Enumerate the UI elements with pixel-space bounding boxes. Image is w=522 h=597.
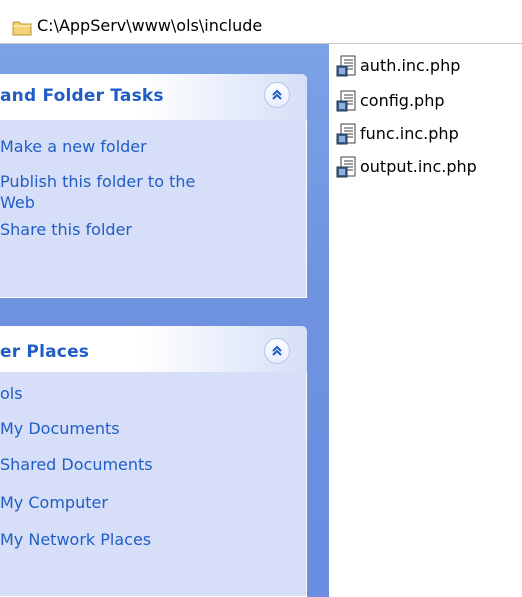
place-link-my-network-places[interactable]: My Network Places bbox=[0, 529, 151, 551]
file-folder-tasks-body: Make a new folder Publish this folder to… bbox=[0, 120, 307, 298]
collapse-button[interactable] bbox=[264, 338, 290, 364]
file-name: output.inc.php bbox=[360, 157, 477, 176]
file-folder-tasks-header[interactable]: and Folder Tasks bbox=[0, 74, 307, 120]
task-link-publish-folder[interactable]: Publish this folder to the bbox=[0, 171, 195, 193]
place-link-shared-documents[interactable]: Shared Documents bbox=[0, 454, 153, 476]
other-places-body: ols My Documents Shared Documents My Com… bbox=[0, 372, 307, 597]
file-item[interactable]: output.inc.php bbox=[336, 156, 477, 178]
php-file-icon bbox=[336, 90, 356, 112]
file-name: func.inc.php bbox=[360, 124, 459, 143]
other-places-header[interactable]: er Places bbox=[0, 326, 307, 372]
place-link-ols[interactable]: ols bbox=[0, 383, 23, 405]
php-file-icon bbox=[336, 156, 356, 178]
place-link-my-documents[interactable]: My Documents bbox=[0, 418, 120, 440]
panel-title: er Places bbox=[0, 342, 90, 362]
file-name: config.php bbox=[360, 91, 445, 110]
file-item[interactable]: config.php bbox=[336, 90, 445, 112]
collapse-button[interactable] bbox=[264, 82, 290, 108]
address-path[interactable]: C:\AppServ\www\ols\include bbox=[37, 16, 262, 36]
folder-icon bbox=[12, 21, 32, 36]
task-link-share-folder[interactable]: Share this folder bbox=[0, 219, 132, 241]
place-link-my-computer[interactable]: My Computer bbox=[0, 492, 108, 514]
double-chevron-up-icon bbox=[272, 89, 282, 100]
file-item[interactable]: func.inc.php bbox=[336, 123, 459, 145]
file-item[interactable]: auth.inc.php bbox=[336, 55, 460, 77]
panel-title: and Folder Tasks bbox=[0, 86, 164, 106]
php-file-icon bbox=[336, 55, 356, 77]
double-chevron-up-icon bbox=[272, 345, 282, 356]
task-pane: and Folder Tasks Make a new folder Publi… bbox=[0, 44, 329, 597]
file-name: auth.inc.php bbox=[360, 56, 461, 75]
php-file-icon bbox=[336, 123, 356, 145]
address-bar[interactable]: C:\AppServ\www\ols\include bbox=[0, 0, 522, 44]
task-link-make-folder[interactable]: Make a new folder bbox=[0, 136, 147, 158]
task-link-publish-folder-line2[interactable]: Web bbox=[0, 192, 35, 214]
